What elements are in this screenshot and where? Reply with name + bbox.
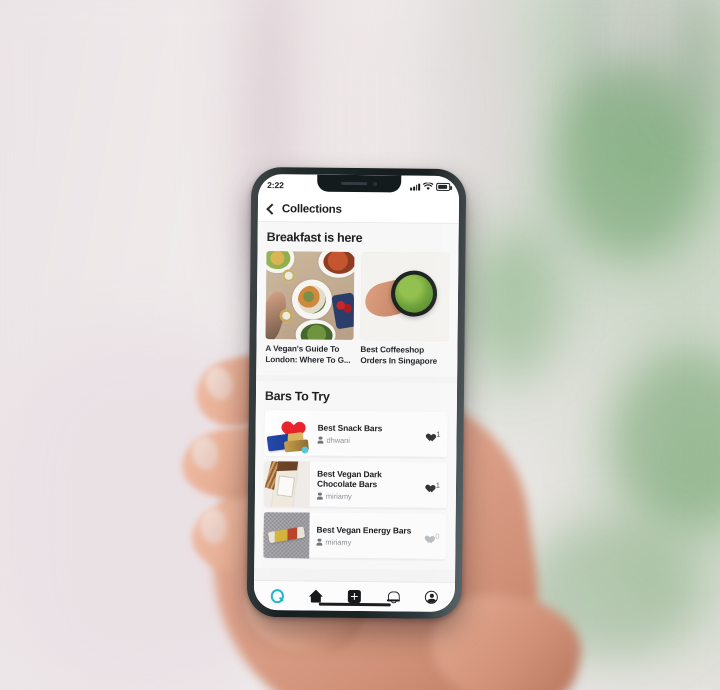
chevron-left-icon[interactable] (266, 202, 278, 215)
collection-card-list: A Vegan's Guide To London: Where To G... (265, 251, 450, 367)
list-item-title: Best Vegan Energy Bars (316, 524, 412, 536)
section-breakfast: Breakfast is here A Vegan's Guide To Lon… (256, 221, 459, 378)
tab-profile[interactable] (420, 587, 442, 607)
scroll-content[interactable]: Breakfast is here A Vegan's Guide To Lon… (254, 221, 459, 583)
like-count: 1 (435, 480, 441, 490)
vegan-food-flatlay-photo (265, 251, 355, 340)
list-item-author: dhwani (326, 435, 350, 445)
person-icon (317, 493, 323, 500)
status-indicators (410, 182, 451, 191)
chocolate-bar-photo (263, 461, 311, 508)
energy-bar-photo (263, 512, 310, 559)
collection-card[interactable]: A Vegan's Guide To London: Where To G... (265, 251, 355, 366)
page-title: Collections (281, 202, 342, 216)
search-icon[interactable] (271, 589, 284, 602)
collection-card-label: Best Coffeeshop Orders In Singapore (360, 345, 438, 366)
collection-card-label: A Vegan's Guide To London: Where To G... (265, 344, 351, 365)
list-item-author: miriamy (325, 537, 352, 547)
tab-search[interactable] (266, 586, 288, 606)
list-item[interactable]: Best Vegan Dark Chocolate Bars miriamy 1 (263, 461, 448, 509)
heart-icon[interactable] (424, 481, 433, 489)
person-icon (316, 539, 322, 546)
earpiece-speaker (340, 181, 367, 186)
section-bars-to-try: Bars To Try Best Snack Bars dhwani 1 Bes… (254, 380, 458, 571)
heart-icon[interactable] (423, 532, 432, 540)
battery-icon (436, 183, 451, 191)
nav-header: Collections (257, 195, 460, 225)
bell-icon[interactable] (386, 590, 400, 603)
bottom-tab-bar (253, 579, 456, 613)
snack-bar-heart-photo (264, 410, 311, 457)
like-count: 1 (436, 429, 441, 439)
list-item[interactable]: Best Vegan Energy Bars miriamy 0 (263, 512, 447, 560)
section-title: Breakfast is here (266, 230, 363, 246)
green-smoothie-photo (360, 252, 450, 341)
person-icon (317, 437, 323, 444)
collection-card[interactable]: Best Coffeeshop Orders In Singapore (360, 252, 450, 367)
list-item-title: Best Vegan Dark Chocolate Bars (316, 468, 382, 490)
phone-screen: 2:22 Collections Breakfast is here A Veg… (253, 173, 460, 613)
collection-row-list: Best Snack Bars dhwani 1 Best Vegan Dark… (263, 410, 448, 560)
like-control[interactable]: 0 (420, 513, 447, 560)
list-item-author: miriamy (325, 491, 352, 501)
section-title: Bars To Try (264, 389, 330, 404)
list-item[interactable]: Best Snack Bars dhwani 1 (264, 410, 448, 458)
cellular-signal-icon (410, 183, 421, 191)
display-notch (316, 174, 401, 193)
photo-scene: 2:22 Collections Breakfast is here A Veg… (0, 0, 720, 690)
heart-icon[interactable] (424, 430, 433, 438)
smartphone-device: 2:22 Collections Breakfast is here A Veg… (246, 166, 467, 620)
plus-icon[interactable] (347, 589, 361, 604)
status-time: 2:22 (267, 180, 284, 191)
like-control[interactable]: 1 (420, 462, 448, 509)
home-icon[interactable] (309, 590, 323, 603)
like-count: 0 (435, 531, 440, 541)
front-camera (372, 181, 377, 186)
profile-icon[interactable] (424, 590, 439, 604)
like-control[interactable]: 1 (421, 411, 448, 458)
status-bar: 2:22 (258, 173, 460, 199)
list-item-title: Best Snack Bars (317, 422, 383, 434)
wifi-icon (423, 182, 434, 190)
